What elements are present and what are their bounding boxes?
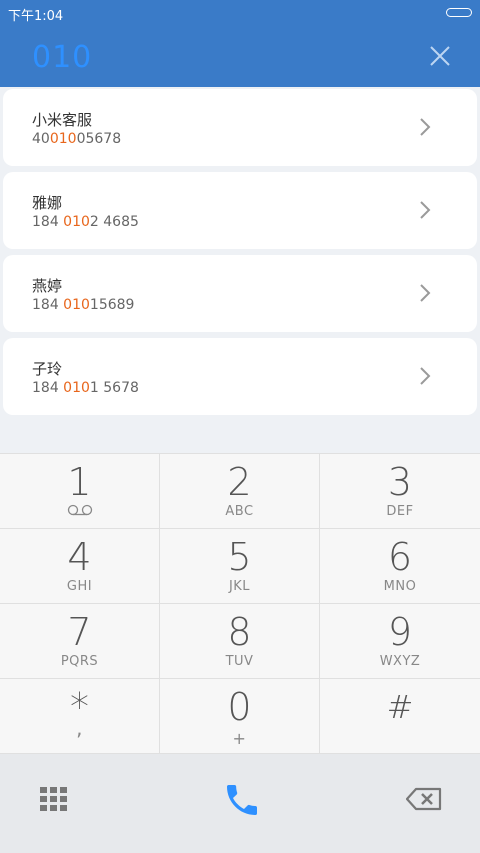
number-match: 010 [49,131,77,147]
key-digit: 1 [67,460,92,504]
number-match: 010 [63,214,90,230]
key-digit: 2 [227,460,252,504]
key-digit: 0 [227,685,252,729]
number-prefix: 184 [32,297,64,313]
key-0[interactable]: 0 + [160,679,320,754]
key-8[interactable]: 8 TUV [160,604,320,679]
status-time: 下午1:04 [8,9,64,24]
key-digit: 5 [227,535,252,579]
backspace-icon [405,787,442,811]
key-star[interactable]: * , [0,679,160,754]
key-7[interactable]: 7 PQRS [0,604,160,679]
call-button[interactable] [222,780,262,820]
key-letters: , [76,716,83,740]
search-results: 小米客服 4001005678 雅娜 184 0102 4685 燕婷 184 … [3,89,477,421]
key-digit: 4 [67,535,92,579]
number-match: 010 [63,380,90,396]
number-suffix: 15689 [89,297,135,313]
contact-name: 雅娜 [32,194,63,212]
key-digit: 9 [387,610,413,654]
key-letters: ABC [225,504,254,519]
backspace-button[interactable] [405,787,442,811]
key-hash[interactable]: # [320,679,480,754]
number-prefix: 40 [32,131,50,147]
key-letters: TUV [225,654,254,669]
header: 下午1:04 010 [0,0,480,87]
key-digit: # [386,688,414,726]
key-letters: GHI [66,579,93,594]
key-letters: DEF [386,504,414,519]
phone-icon [227,785,257,815]
contact-result[interactable]: 雅娜 184 0102 4685 [3,172,477,249]
key-2[interactable]: 2 ABC [160,454,320,529]
number-prefix: 184 [32,214,64,230]
key-digit: 3 [387,460,413,504]
dialpad-grid-icon [40,787,67,811]
key-letters: MNO [383,579,417,594]
key-9[interactable]: 9 WXYZ [320,604,480,679]
key-6[interactable]: 6 MNO [320,529,480,604]
close-icon [430,46,450,66]
status-bar: 下午1:04 [0,0,480,26]
number-prefix: 184 [32,380,64,396]
chevron-right-icon [420,367,431,385]
chevron-right-icon [420,201,431,219]
contact-name: 子玲 [32,360,63,378]
key-letters: PQRS [60,654,99,669]
number-suffix: 1 5678 [89,380,139,396]
close-button[interactable] [428,44,452,68]
voicemail-icon [67,504,92,516]
bottom-action-bar [0,754,480,853]
dialpad: 1 2 ABC 3 DEF 4 GHI 5 JKL 6 MNO 7 PQRS 8… [0,453,480,754]
key-4[interactable]: 4 GHI [0,529,160,604]
contact-number: 4001005678 [32,131,121,147]
key-digit: 8 [227,610,252,654]
contact-name: 燕婷 [32,277,63,295]
dialpad-toggle-button[interactable] [40,787,68,811]
key-digit: 7 [67,610,92,654]
key-letters: JKL [228,579,251,594]
key-5[interactable]: 5 JKL [160,529,320,604]
contact-number: 184 01015689 [32,297,134,313]
number-suffix: 2 4685 [89,214,139,230]
key-letters: + [232,729,247,748]
contact-result[interactable]: 子玲 184 0101 5678 [3,338,477,415]
chevron-right-icon [420,118,431,136]
dial-query[interactable]: 010 [32,40,92,75]
key-letters: WXYZ [379,654,421,669]
key-3[interactable]: 3 DEF [320,454,480,529]
battery-icon [446,8,472,17]
contact-name: 小米客服 [32,111,93,129]
contact-number: 184 0102 4685 [32,214,139,230]
key-1[interactable]: 1 [0,454,160,529]
key-digit: 6 [387,535,413,579]
contact-result[interactable]: 小米客服 4001005678 [3,89,477,166]
number-suffix: 05678 [76,131,122,147]
chevron-right-icon [420,284,431,302]
contact-number: 184 0101 5678 [32,380,139,396]
number-match: 010 [63,297,90,313]
contact-result[interactable]: 燕婷 184 01015689 [3,255,477,332]
